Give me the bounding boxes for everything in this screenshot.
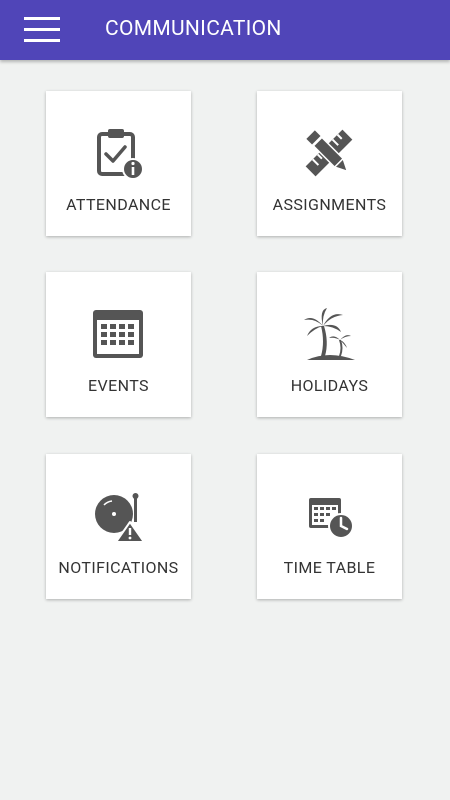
holidays-label: HOLIDAYS	[290, 376, 369, 395]
attendance-clipboard-icon	[88, 123, 148, 183]
events-label: EVENTS	[88, 376, 149, 395]
notifications-tile[interactable]: NOTIFICATIONS	[46, 454, 191, 599]
time-table-tile[interactable]: TIME TABLE	[257, 454, 402, 599]
calendar-icon	[88, 304, 148, 364]
holidays-tile[interactable]: HOLIDAYS	[257, 272, 402, 417]
app-bar: COMMUNICATION	[0, 0, 450, 60]
notifications-label: NOTIFICATIONS	[58, 558, 179, 577]
palm-tree-icon	[299, 304, 359, 364]
time-table-label: TIME TABLE	[283, 558, 376, 577]
page-title: COMMUNICATION	[105, 17, 282, 41]
events-tile[interactable]: EVENTS	[46, 272, 191, 417]
calendar-clock-icon	[299, 486, 359, 546]
assignments-label: ASSIGNMENTS	[272, 195, 387, 214]
attendance-tile[interactable]: ATTENDANCE	[46, 91, 191, 236]
ruler-pencil-icon	[299, 123, 359, 183]
menu-button[interactable]	[18, 12, 66, 48]
alarm-bell-icon	[88, 486, 148, 546]
assignments-tile[interactable]: ASSIGNMENTS	[257, 91, 402, 236]
hamburger-menu-icon	[24, 17, 60, 42]
attendance-label: ATTENDANCE	[66, 195, 171, 214]
